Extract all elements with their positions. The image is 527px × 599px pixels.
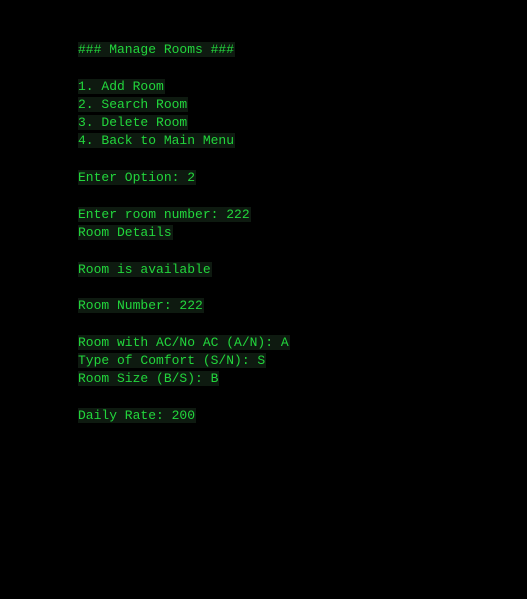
- menu-item-add-room: 1. Add Room: [78, 78, 165, 94]
- ac-line: Room with AC/No AC (A/N): A: [78, 334, 290, 350]
- comfort-line: Type of Comfort (S/N): S: [78, 353, 267, 369]
- size-line: Room Size (B/S): B: [78, 371, 220, 387]
- option-prompt: Enter Option: 2: [78, 170, 197, 186]
- room-number-line: Room Number: 222: [78, 298, 204, 314]
- room-number-prompt: Enter room number: 222: [78, 206, 251, 222]
- console-output: ### Manage Rooms ### 1. Add Room 2. Sear…: [78, 41, 290, 425]
- menu-item-back: 4. Back to Main Menu: [78, 133, 236, 149]
- room-details-heading: Room Details: [78, 224, 173, 240]
- menu-title: ### Manage Rooms ###: [78, 42, 236, 57]
- menu-item-search-room: 2. Search Room: [78, 96, 189, 112]
- daily-rate-line: Daily Rate: 200: [78, 407, 197, 423]
- terminal-window[interactable]: ### Manage Rooms ### 1. Add Room 2. Sear…: [0, 0, 527, 599]
- header-line: ### Manage Rooms ###: [78, 41, 290, 59]
- menu-item-delete-room: 3. Delete Room: [78, 115, 189, 131]
- availability-status: Room is available: [78, 261, 212, 277]
